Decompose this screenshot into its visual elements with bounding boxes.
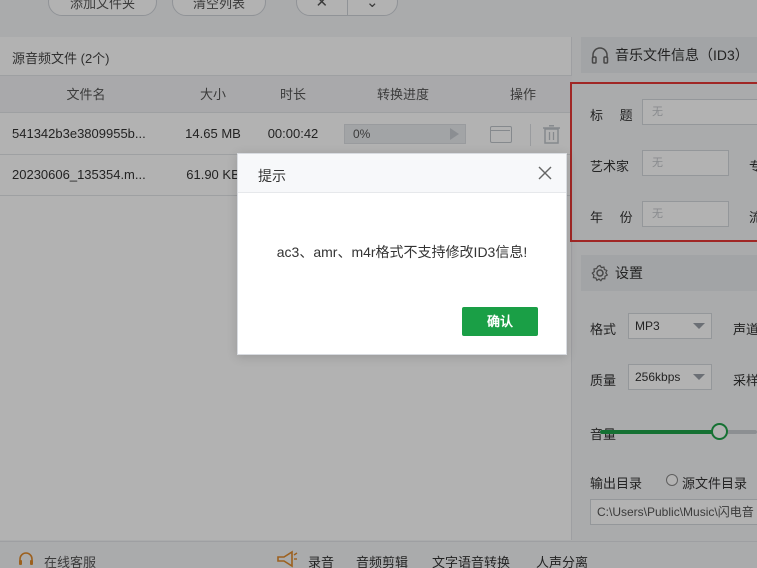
alert-dialog: 提示 ac3、amr、m4r格式不支持修改ID3信息! 确认 (237, 153, 567, 355)
app-window: 添加文件夹 清空列表 ✕ ⌄ 源音频文件 (2个) 文件名 大小 时长 转换进度… (0, 0, 757, 568)
confirm-button[interactable]: 确认 (462, 307, 538, 336)
dialog-message: ac3、amr、m4r格式不支持修改ID3信息! (276, 244, 528, 260)
dialog-title: 提示 (258, 168, 286, 184)
dialog-header: 提示 (238, 154, 566, 193)
close-icon[interactable] (536, 164, 554, 182)
